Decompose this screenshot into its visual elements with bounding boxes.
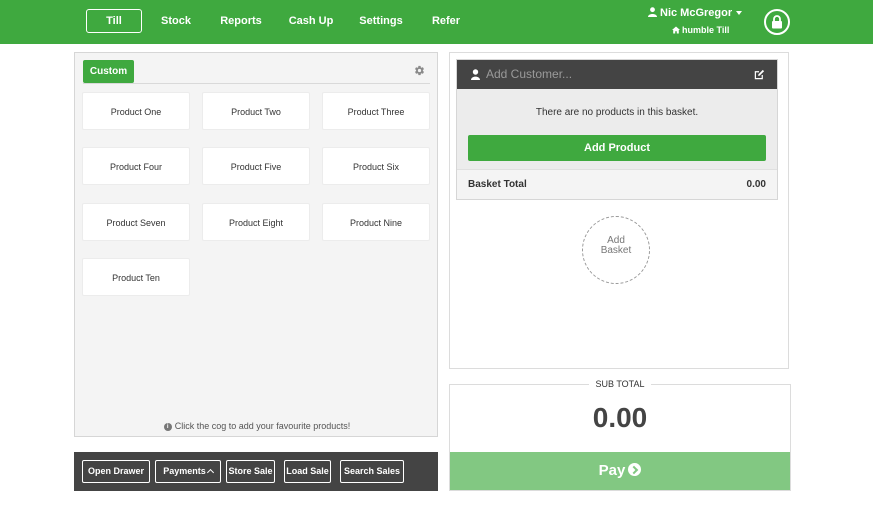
nav-item-till[interactable]: Till — [86, 9, 142, 33]
store-name-row: humble Till — [672, 25, 729, 35]
arrow-right-circle-icon — [628, 463, 642, 476]
basket-body: There are no products in this basket. Ad… — [457, 89, 777, 169]
product-tile[interactable]: Product Seven — [82, 203, 190, 241]
user-icon — [471, 69, 480, 80]
payments-label: Payments — [163, 466, 206, 476]
action-bar: Open Drawer Payments Store Sale Load Sal… — [74, 452, 438, 491]
hint-text: Click the cog to add your favourite prod… — [174, 421, 351, 431]
tab-custom[interactable]: Custom — [83, 60, 134, 83]
lock-icon — [772, 15, 782, 29]
basket-total-row: Basket Total 0.00 — [457, 169, 777, 199]
product-tile[interactable]: Product Five — [202, 147, 310, 185]
product-tile[interactable]: Product Six — [322, 147, 430, 185]
subtotal-value: 0.00 — [592, 402, 648, 433]
product-tile[interactable]: Product Four — [82, 147, 190, 185]
product-tile[interactable]: Product Three — [322, 92, 430, 130]
search-sales-button[interactable]: Search Sales — [340, 460, 404, 483]
basket-total-value: 0.00 — [746, 179, 766, 190]
chevron-down-icon — [736, 11, 743, 16]
tab-divider — [83, 83, 430, 84]
nav-item-cash-up[interactable]: Cash Up — [285, 0, 337, 44]
basket-panel: Add Customer... There are no products in… — [449, 52, 789, 369]
lock-button[interactable] — [764, 9, 790, 35]
favourites-hint: i Click the cog to add your favourite pro… — [75, 421, 439, 431]
products-panel: Custom Product One Product Two Product T… — [74, 52, 438, 437]
add-customer-bar[interactable]: Add Customer... — [457, 60, 777, 89]
nav-item-stock[interactable]: Stock — [155, 0, 197, 44]
subtotal-label: SUB TOTAL — [589, 379, 651, 389]
subtotal-panel: SUB TOTAL 0.00 Pay — [449, 379, 791, 491]
nav-item-reports[interactable]: Reports — [217, 0, 265, 44]
user-name-row: Nic McGregor — [648, 7, 743, 19]
edit-icon[interactable] — [754, 69, 765, 80]
store-sale-button[interactable]: Store Sale — [226, 460, 275, 483]
product-tile[interactable]: Product Ten — [82, 258, 190, 296]
info-icon: i — [163, 422, 172, 431]
top-nav-bar: Till Stock Reports Cash Up Settings Refe… — [0, 0, 873, 44]
product-tile[interactable]: Product Two — [202, 92, 310, 130]
pay-button[interactable]: Pay — [450, 452, 790, 490]
add-customer-placeholder: Add Customer... — [486, 67, 573, 81]
add-basket-button[interactable]: Add Basket — [582, 216, 650, 284]
product-tile[interactable]: Product One — [82, 92, 190, 130]
chevron-up-icon — [206, 468, 214, 477]
store-name: humble Till — [682, 25, 730, 35]
add-basket-label: Add Basket — [600, 235, 632, 256]
basket-card: Add Customer... There are no products in… — [456, 59, 778, 200]
user-name: Nic McGregor — [660, 7, 733, 19]
empty-basket-message: There are no products in this basket. — [535, 107, 699, 118]
nav-item-settings[interactable]: Settings — [355, 0, 407, 44]
basket-total-label: Basket Total — [468, 179, 527, 190]
pay-label: Pay — [598, 462, 626, 479]
home-icon — [672, 26, 680, 34]
user-icon — [648, 7, 657, 17]
product-tile[interactable]: Product Nine — [322, 203, 430, 241]
cog-icon[interactable] — [414, 65, 425, 76]
load-sale-button[interactable]: Load Sale — [284, 460, 331, 483]
product-tile[interactable]: Product Eight — [202, 203, 310, 241]
add-product-button[interactable]: Add Product — [468, 135, 766, 161]
subtotal-label-row: SUB TOTAL — [450, 379, 790, 389]
nav-item-refer[interactable]: Refer — [426, 0, 466, 44]
payments-button[interactable]: Payments — [155, 460, 221, 483]
open-drawer-button[interactable]: Open Drawer — [82, 460, 150, 483]
